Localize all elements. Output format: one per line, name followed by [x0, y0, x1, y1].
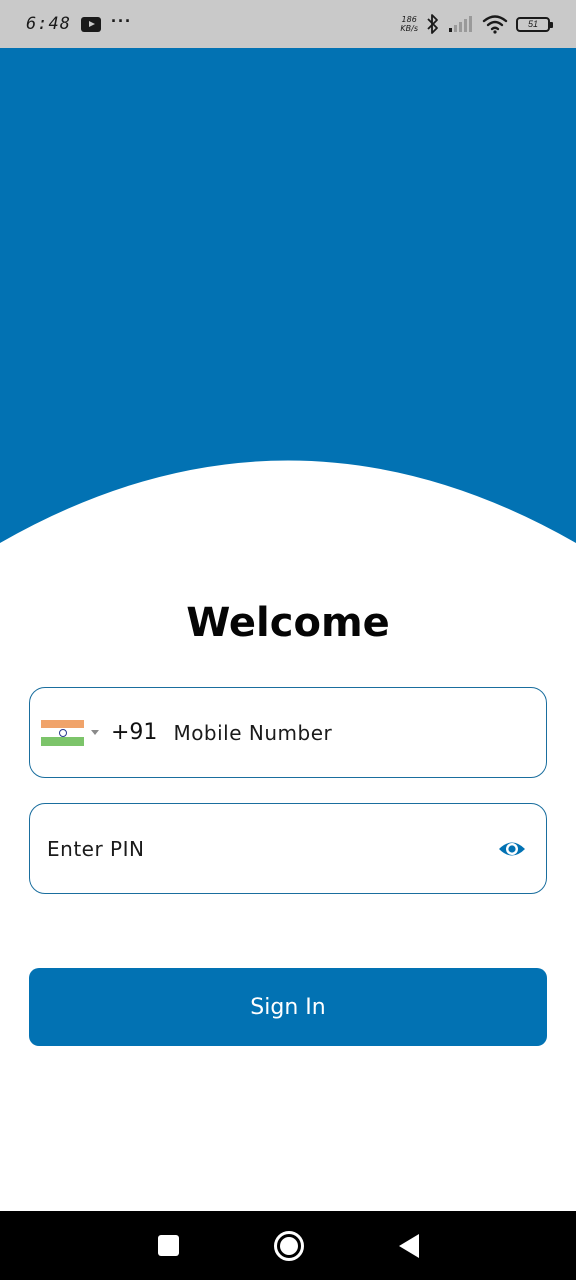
network-speed-unit: KB/s: [400, 24, 418, 33]
wifi-icon: [482, 15, 508, 34]
signal-icon: [449, 16, 472, 32]
pin-field[interactable]: [29, 803, 547, 894]
pin-input[interactable]: [47, 836, 498, 861]
youtube-icon: [80, 16, 101, 32]
network-speed: 186 KB/s: [400, 15, 418, 33]
status-time: 6:48: [26, 14, 71, 34]
more-dots-icon: ···: [110, 10, 132, 31]
chevron-down-icon[interactable]: [91, 730, 99, 735]
battery-level: 51: [527, 19, 538, 29]
mobile-number-field[interactable]: +91: [29, 687, 547, 778]
system-nav-bar: [0, 1211, 576, 1280]
battery-icon: 51: [516, 16, 553, 32]
recents-square-icon[interactable]: [157, 1235, 179, 1256]
status-left: 6:48 ···: [26, 10, 132, 35]
back-triangle-icon[interactable]: [398, 1233, 419, 1258]
status-right: 186 KB/s 51: [400, 13, 553, 35]
country-code: +91: [111, 720, 158, 745]
network-speed-value: 186: [401, 15, 417, 24]
page-title: Welcome: [186, 600, 390, 646]
eye-icon[interactable]: [498, 835, 526, 863]
home-circle-icon[interactable]: [273, 1230, 304, 1261]
mobile-number-input[interactable]: [173, 720, 494, 745]
india-flag-icon[interactable]: [41, 719, 84, 746]
bluetooth-icon: [427, 14, 438, 34]
status-bar: 6:48 ··· 186 KB/s 51: [0, 0, 576, 48]
sign-in-button[interactable]: Sign In: [29, 968, 547, 1046]
header-curve-background: [0, 48, 576, 543]
